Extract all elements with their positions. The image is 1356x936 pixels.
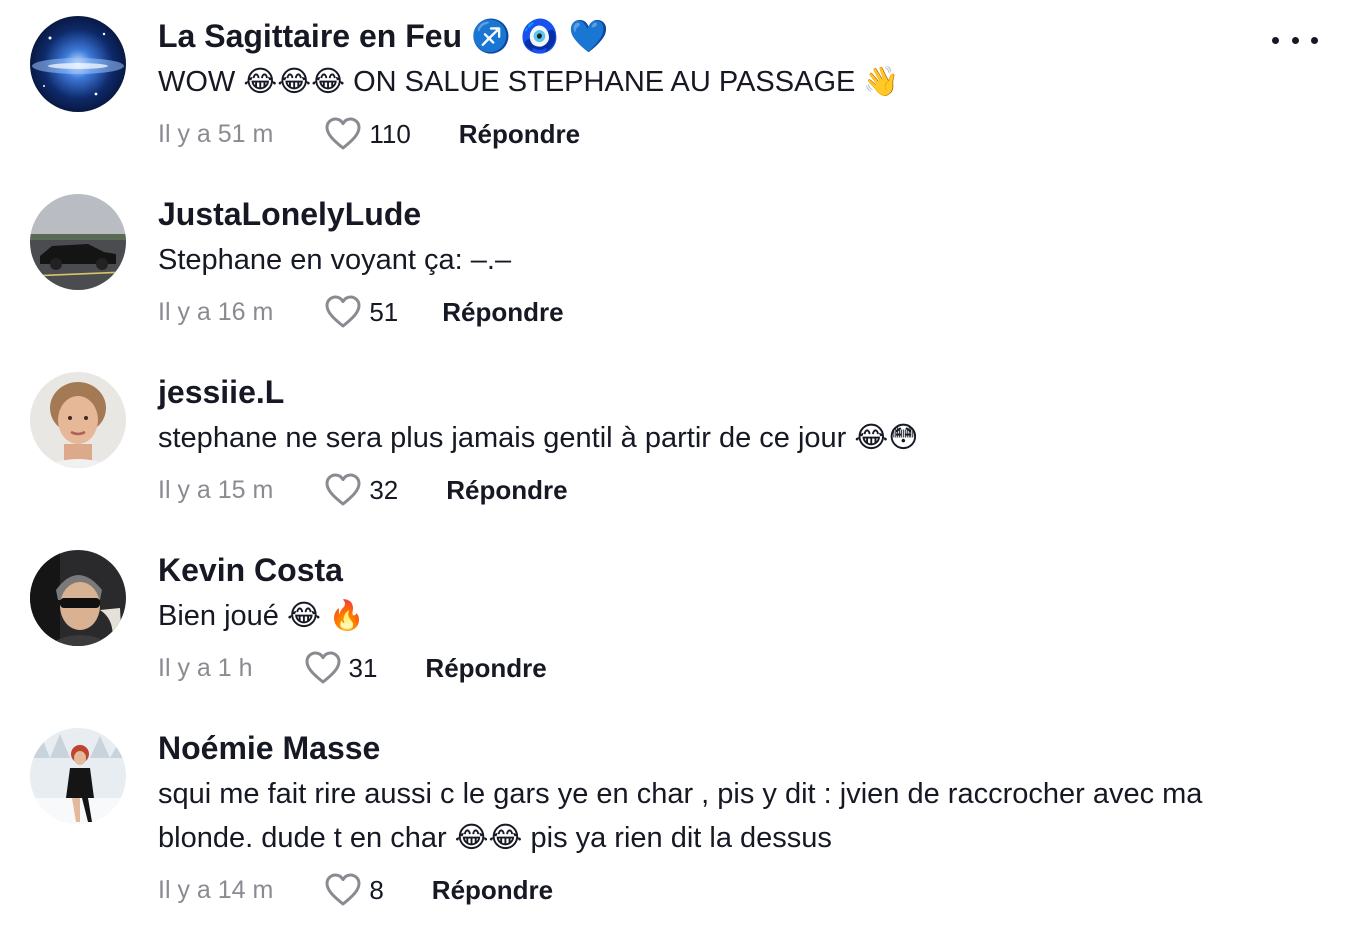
comment-meta: Il y a 15 m 32 Répondre [158, 470, 1258, 510]
comment-text: stephane ne sera plus jamais gentil à pa… [158, 422, 919, 454]
comment-time: Il y a 51 m [158, 119, 274, 148]
like-button[interactable]: 110 [325, 117, 411, 151]
comment-text: squi me fait rire aussi c le gars ye en … [158, 778, 1211, 854]
heart-outline-icon [325, 873, 361, 906]
comment-time: Il y a 14 m [158, 875, 274, 904]
comment-text: Bien joué 😂 🔥 [158, 600, 366, 632]
comment-username[interactable]: Kevin Costa [158, 550, 1258, 590]
more-options-button[interactable] [1272, 26, 1318, 54]
comment-meta: Il y a 1 h 31 Répondre [158, 648, 1258, 688]
user-avatar[interactable] [30, 550, 126, 646]
reply-button[interactable]: Répondre [446, 475, 567, 506]
comment-text: WOW 😂😂😂 ON SALUE STEPHANE AU PASSAGE 👋 [158, 66, 900, 98]
more-dot-icon [1311, 36, 1318, 44]
user-avatar[interactable] [30, 728, 126, 824]
comment-username[interactable]: Noémie Masse [158, 728, 1258, 768]
user-avatar[interactable] [30, 372, 126, 468]
more-dot-icon [1291, 36, 1299, 44]
like-count: 110 [369, 118, 411, 149]
man-sunglasses-avatar-icon [30, 550, 126, 646]
comment-username[interactable]: jessiie.L [158, 372, 1258, 412]
woman-portrait-avatar-icon [30, 372, 126, 468]
comment-meta: Il y a 16 m 51 Répondre [158, 292, 1258, 332]
comment-time: Il y a 16 m [158, 297, 274, 326]
like-button[interactable]: 31 [305, 651, 378, 685]
user-avatar[interactable] [30, 16, 126, 112]
heart-outline-icon [325, 295, 361, 328]
woman-snow-avatar-icon [30, 728, 126, 824]
comment-username[interactable]: La Sagittaire en Feu ♐️ 🧿 💙 [158, 16, 1258, 56]
reply-button[interactable]: Répondre [432, 875, 553, 906]
comment-meta: Il y a 14 m 8 Répondre [158, 870, 1258, 910]
more-dot-icon [1272, 36, 1279, 44]
comment-text: Stephane en voyant ça: –.– [158, 244, 512, 276]
reply-button[interactable]: Répondre [459, 119, 580, 150]
like-count: 32 [369, 474, 399, 505]
comment-time: Il y a 1 h [158, 653, 253, 682]
like-button[interactable]: 32 [325, 473, 398, 507]
like-count: 51 [369, 296, 399, 327]
user-avatar[interactable] [30, 194, 126, 290]
like-button[interactable]: 8 [325, 873, 384, 907]
heart-outline-icon [325, 117, 361, 150]
heart-outline-icon [325, 473, 361, 506]
like-count: 31 [348, 652, 378, 683]
car-avatar-icon [30, 194, 126, 290]
comment-time: Il y a 15 m [158, 475, 274, 504]
heart-outline-icon [305, 651, 340, 684]
like-button[interactable]: 51 [325, 295, 398, 329]
galaxy-avatar-icon [30, 16, 126, 112]
reply-button[interactable]: Répondre [442, 297, 563, 328]
comment-meta: Il y a 51 m 110 Répondre [158, 114, 1258, 154]
reply-button[interactable]: Répondre [425, 653, 546, 684]
comment-username[interactable]: JustaLonelyLude [158, 194, 1258, 234]
like-count: 8 [369, 874, 384, 905]
